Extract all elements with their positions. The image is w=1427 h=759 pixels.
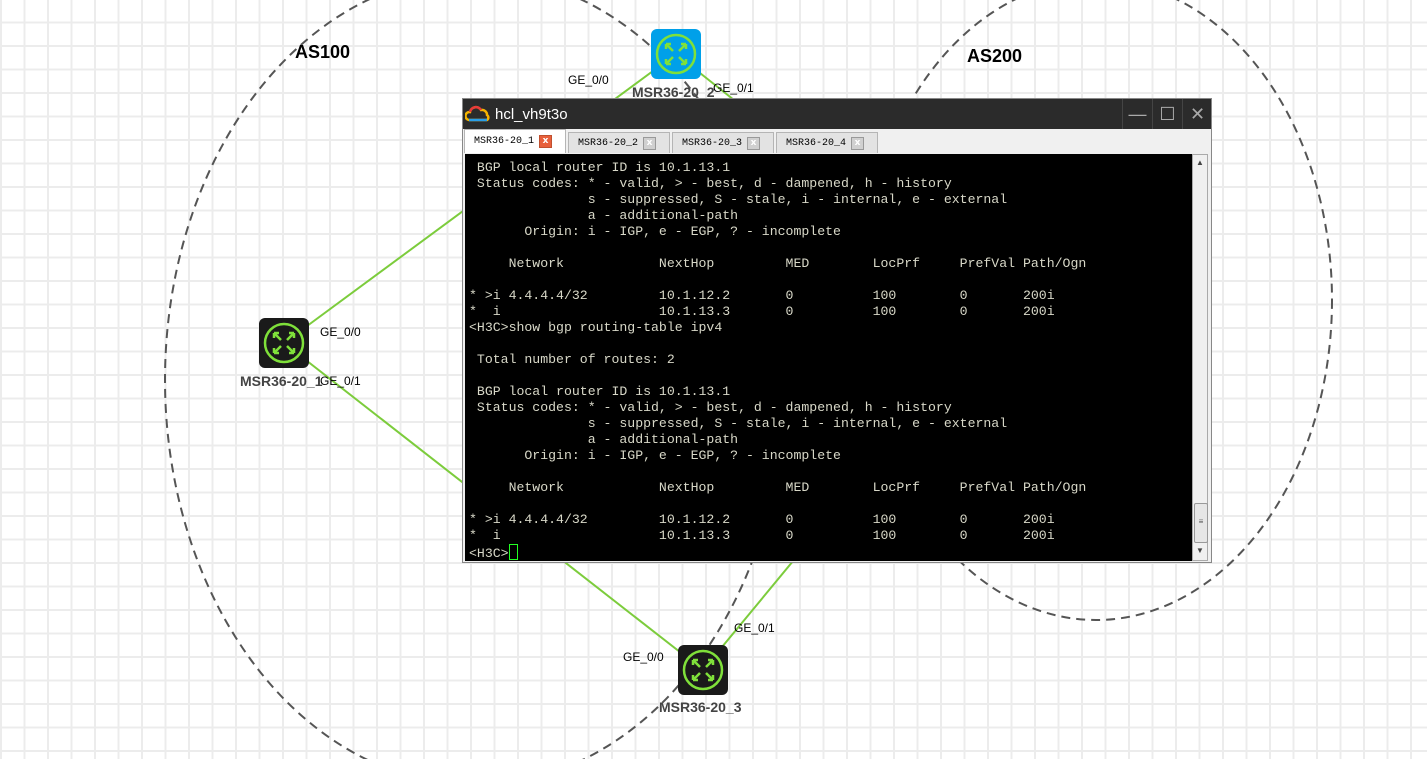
router-label: MSR36-20_3 (659, 699, 742, 715)
scroll-thumb[interactable]: ≡ (1194, 503, 1208, 543)
terminal-line: a - additional-path (469, 208, 739, 223)
minimize-button[interactable]: — (1122, 99, 1152, 129)
terminal-line: BGP local router ID is 10.1.13.1 (469, 384, 731, 399)
as200-label: AS200 (967, 46, 1022, 66)
terminal-line: Status codes: * - valid, > - best, d - d… (469, 400, 952, 415)
terminal-line: BGP local router ID is 10.1.13.1 (469, 160, 731, 175)
close-tab-icon[interactable]: x (643, 136, 657, 150)
tab-msr36-20-2[interactable]: MSR36-20_2 x (568, 132, 670, 153)
terminal-titlebar[interactable]: hcl_vh9t3o — ☐ ✕ (463, 99, 1211, 129)
terminal-output[interactable]: BGP local router ID is 10.1.13.1 Status … (465, 154, 1192, 561)
terminal-line: Network NextHop MED LocPrf PrefVal Path/… (469, 256, 1087, 271)
close-tab-icon[interactable]: x (747, 136, 761, 150)
terminal-line: Origin: i - IGP, e - EGP, ? - incomplete (469, 448, 841, 463)
cloud-logo-icon (465, 105, 490, 122)
terminal-line: * i 10.1.13.3 0 100 0 200i (469, 528, 1055, 543)
close-button[interactable]: ✕ (1182, 99, 1212, 129)
tab-msr36-20-1[interactable]: MSR36-20_1 x (464, 129, 566, 153)
terminal-line: * >i 4.4.4.4/32 10.1.12.2 0 100 0 200i (469, 288, 1055, 303)
as100-label: AS100 (295, 42, 350, 62)
port-label: GE_0/0 (568, 73, 609, 87)
terminal-line: * i 10.1.13.3 0 100 0 200i (469, 304, 1055, 319)
router-label: MSR36-20_1 (240, 373, 323, 389)
tab-msr36-20-4[interactable]: MSR36-20_4 x (776, 132, 878, 153)
tab-bar: MSR36-20_1 x MSR36-20_2 x MSR36-20_3 x MSR3… (463, 129, 1211, 153)
terminal-line: Network NextHop MED LocPrf PrefVal Path/… (469, 480, 1087, 495)
cursor (508, 544, 518, 560)
terminal-line: <H3C>show bgp routing-table ipv4 (469, 320, 723, 335)
port-label: GE_0/1 (713, 81, 754, 95)
close-tab-icon[interactable]: x (539, 135, 553, 148)
close-tab-icon[interactable]: x (851, 136, 865, 150)
tab-label: MSR36-20_2 (578, 137, 639, 149)
tab-label: MSR36-20_4 (786, 137, 847, 149)
tab-msr36-20-3[interactable]: MSR36-20_3 x (672, 132, 774, 153)
terminal-line: Total number of routes: 2 (469, 352, 675, 367)
vertical-scrollbar[interactable]: ▲ ≡ ▼ (1192, 154, 1208, 561)
terminal-line: Origin: i - IGP, e - EGP, ? - incomplete (469, 224, 841, 239)
port-label: GE_0/1 (320, 374, 361, 388)
terminal-title: hcl_vh9t3o (495, 105, 568, 123)
port-label: GE_0/1 (734, 621, 775, 635)
maximize-button[interactable]: ☐ (1152, 99, 1182, 129)
router-msr36-20-3[interactable]: MSR36-20_3 (659, 645, 742, 715)
port-label: GE_0/0 (320, 325, 361, 339)
terminal-line: a - additional-path (469, 432, 739, 447)
terminal-line: s - suppressed, S - stale, i - internal,… (469, 192, 1008, 207)
terminal-prompt-line[interactable]: <H3C> (469, 544, 1192, 561)
scroll-down-icon[interactable]: ▼ (1193, 546, 1207, 555)
scroll-up-icon[interactable]: ▲ (1193, 158, 1207, 167)
router-msr36-20-1[interactable]: MSR36-20_1 (240, 318, 323, 389)
port-label: GE_0/0 (623, 650, 664, 664)
terminal-line: s - suppressed, S - stale, i - internal,… (469, 416, 1008, 431)
terminal-window[interactable]: hcl_vh9t3o — ☐ ✕ MSR36-20_1 x MSR36-20_2 x… (462, 98, 1212, 563)
tab-label: MSR36-20_1 (474, 136, 535, 147)
prompt: <H3C> (469, 546, 509, 561)
tab-label: MSR36-20_3 (682, 137, 743, 149)
terminal-line: Status codes: * - valid, > - best, d - d… (469, 176, 952, 191)
terminal-line: * >i 4.4.4.4/32 10.1.12.2 0 100 0 200i (469, 512, 1055, 527)
